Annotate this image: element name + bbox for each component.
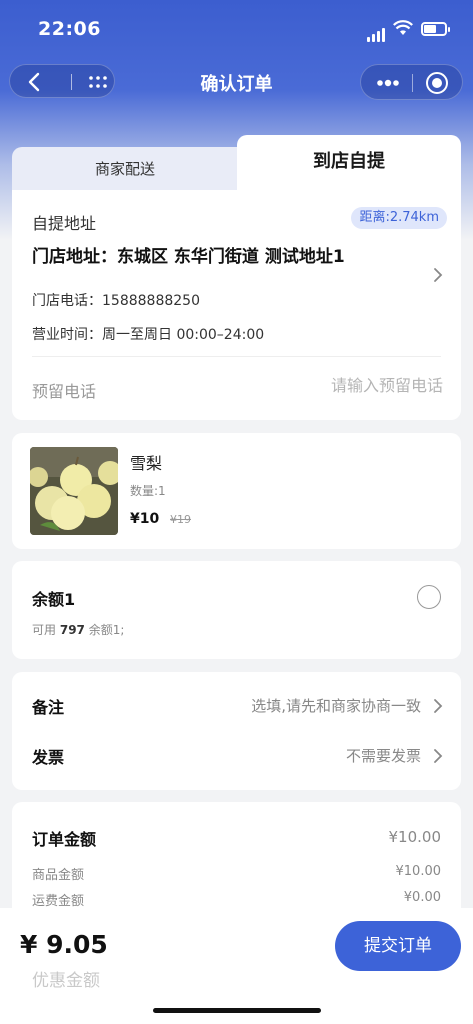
- product-image: [30, 447, 118, 535]
- store-phone: 门店电话：15888888250: [32, 293, 200, 309]
- pickup-label: 自提地址: [32, 214, 97, 233]
- invoice-value: 不需要发票: [345, 747, 421, 765]
- balance-radio[interactable]: [417, 585, 441, 609]
- summary-row-label: 商品金额: [32, 868, 85, 883]
- chevron-right-icon: [434, 699, 443, 713]
- balance-available: 可用 797 余额1;: [32, 621, 124, 638]
- summary-title: 订单金额: [32, 830, 97, 849]
- more-icon[interactable]: [375, 73, 401, 93]
- home-indicator: [153, 1008, 321, 1013]
- balance-prefix: 可用: [32, 623, 57, 637]
- reserve-phone-label: 预留电话: [32, 382, 97, 401]
- balance-amount: 797: [59, 623, 85, 637]
- summary-row: 运费金额 ¥0.00: [32, 890, 441, 909]
- remark-label: 备注: [32, 698, 65, 717]
- product-quantity: 数量:1: [130, 484, 166, 498]
- divider: [32, 356, 441, 357]
- reserve-phone-input[interactable]: [243, 376, 443, 395]
- wifi-icon: [393, 20, 413, 35]
- signal-icon: [367, 23, 387, 42]
- tab-merchant-delivery[interactable]: 商家配送: [12, 147, 238, 191]
- product-name: 雪梨: [130, 454, 163, 473]
- chevron-right-icon: [434, 749, 443, 763]
- pickup-address-card: 自提地址 距离:2.74km 门店地址：东城区 东华门街道 测试地址1 门店电话…: [12, 190, 461, 420]
- product-original-price: ¥19: [170, 513, 191, 526]
- remark-row[interactable]: 备注 选填,请先和商家协商一致: [12, 681, 461, 731]
- chevron-right-icon[interactable]: [433, 267, 443, 283]
- store-hours: 营业时间：周一至周日 00:00–24:00: [32, 327, 265, 343]
- store-address[interactable]: 门店地址：东城区 东华门街道 测试地址1: [32, 242, 345, 267]
- discount-label-ghost: 优惠金额: [32, 971, 100, 991]
- balance-title: 余额1: [32, 590, 76, 609]
- close-target-icon[interactable]: [426, 72, 448, 94]
- battery-icon: [421, 22, 450, 36]
- mini-program-capsule: [360, 64, 463, 100]
- remark-value: 选填,请先和商家协商一致: [251, 697, 421, 715]
- bottom-bar: 优惠金额 ¥ 9.05 提交订单: [0, 908, 473, 1024]
- status-time: 22:06: [38, 18, 101, 40]
- status-bar: 22:06: [0, 0, 473, 60]
- tab-store-pickup[interactable]: 到店自提: [237, 135, 461, 191]
- balance-card: 余额1 可用 797 余额1;: [12, 561, 461, 659]
- summary-total: ¥10.00: [388, 828, 442, 846]
- options-card: 备注 选填,请先和商家协商一致 发票 不需要发票: [12, 672, 461, 790]
- balance-suffix: 余额1;: [88, 623, 125, 637]
- product-price: ¥10: [130, 511, 160, 527]
- distance-badge: 距离:2.74km: [351, 207, 447, 229]
- pay-amount: ¥ 9.05: [20, 930, 108, 959]
- submit-order-button[interactable]: 提交订单: [335, 921, 461, 971]
- capsule-divider: [412, 74, 413, 92]
- product-card: 雪梨 数量:1 ¥10 ¥19: [12, 433, 461, 549]
- invoice-row[interactable]: 发票 不需要发票: [12, 731, 461, 781]
- summary-row-value: ¥10.00: [395, 864, 442, 879]
- invoice-label: 发票: [32, 748, 65, 767]
- summary-row-value: ¥0.00: [403, 890, 441, 905]
- summary-row: 商品金额 ¥10.00: [32, 864, 441, 883]
- delivery-tabs: 商家配送 到店自提: [12, 135, 461, 191]
- summary-row-label: 运费金额: [32, 894, 85, 909]
